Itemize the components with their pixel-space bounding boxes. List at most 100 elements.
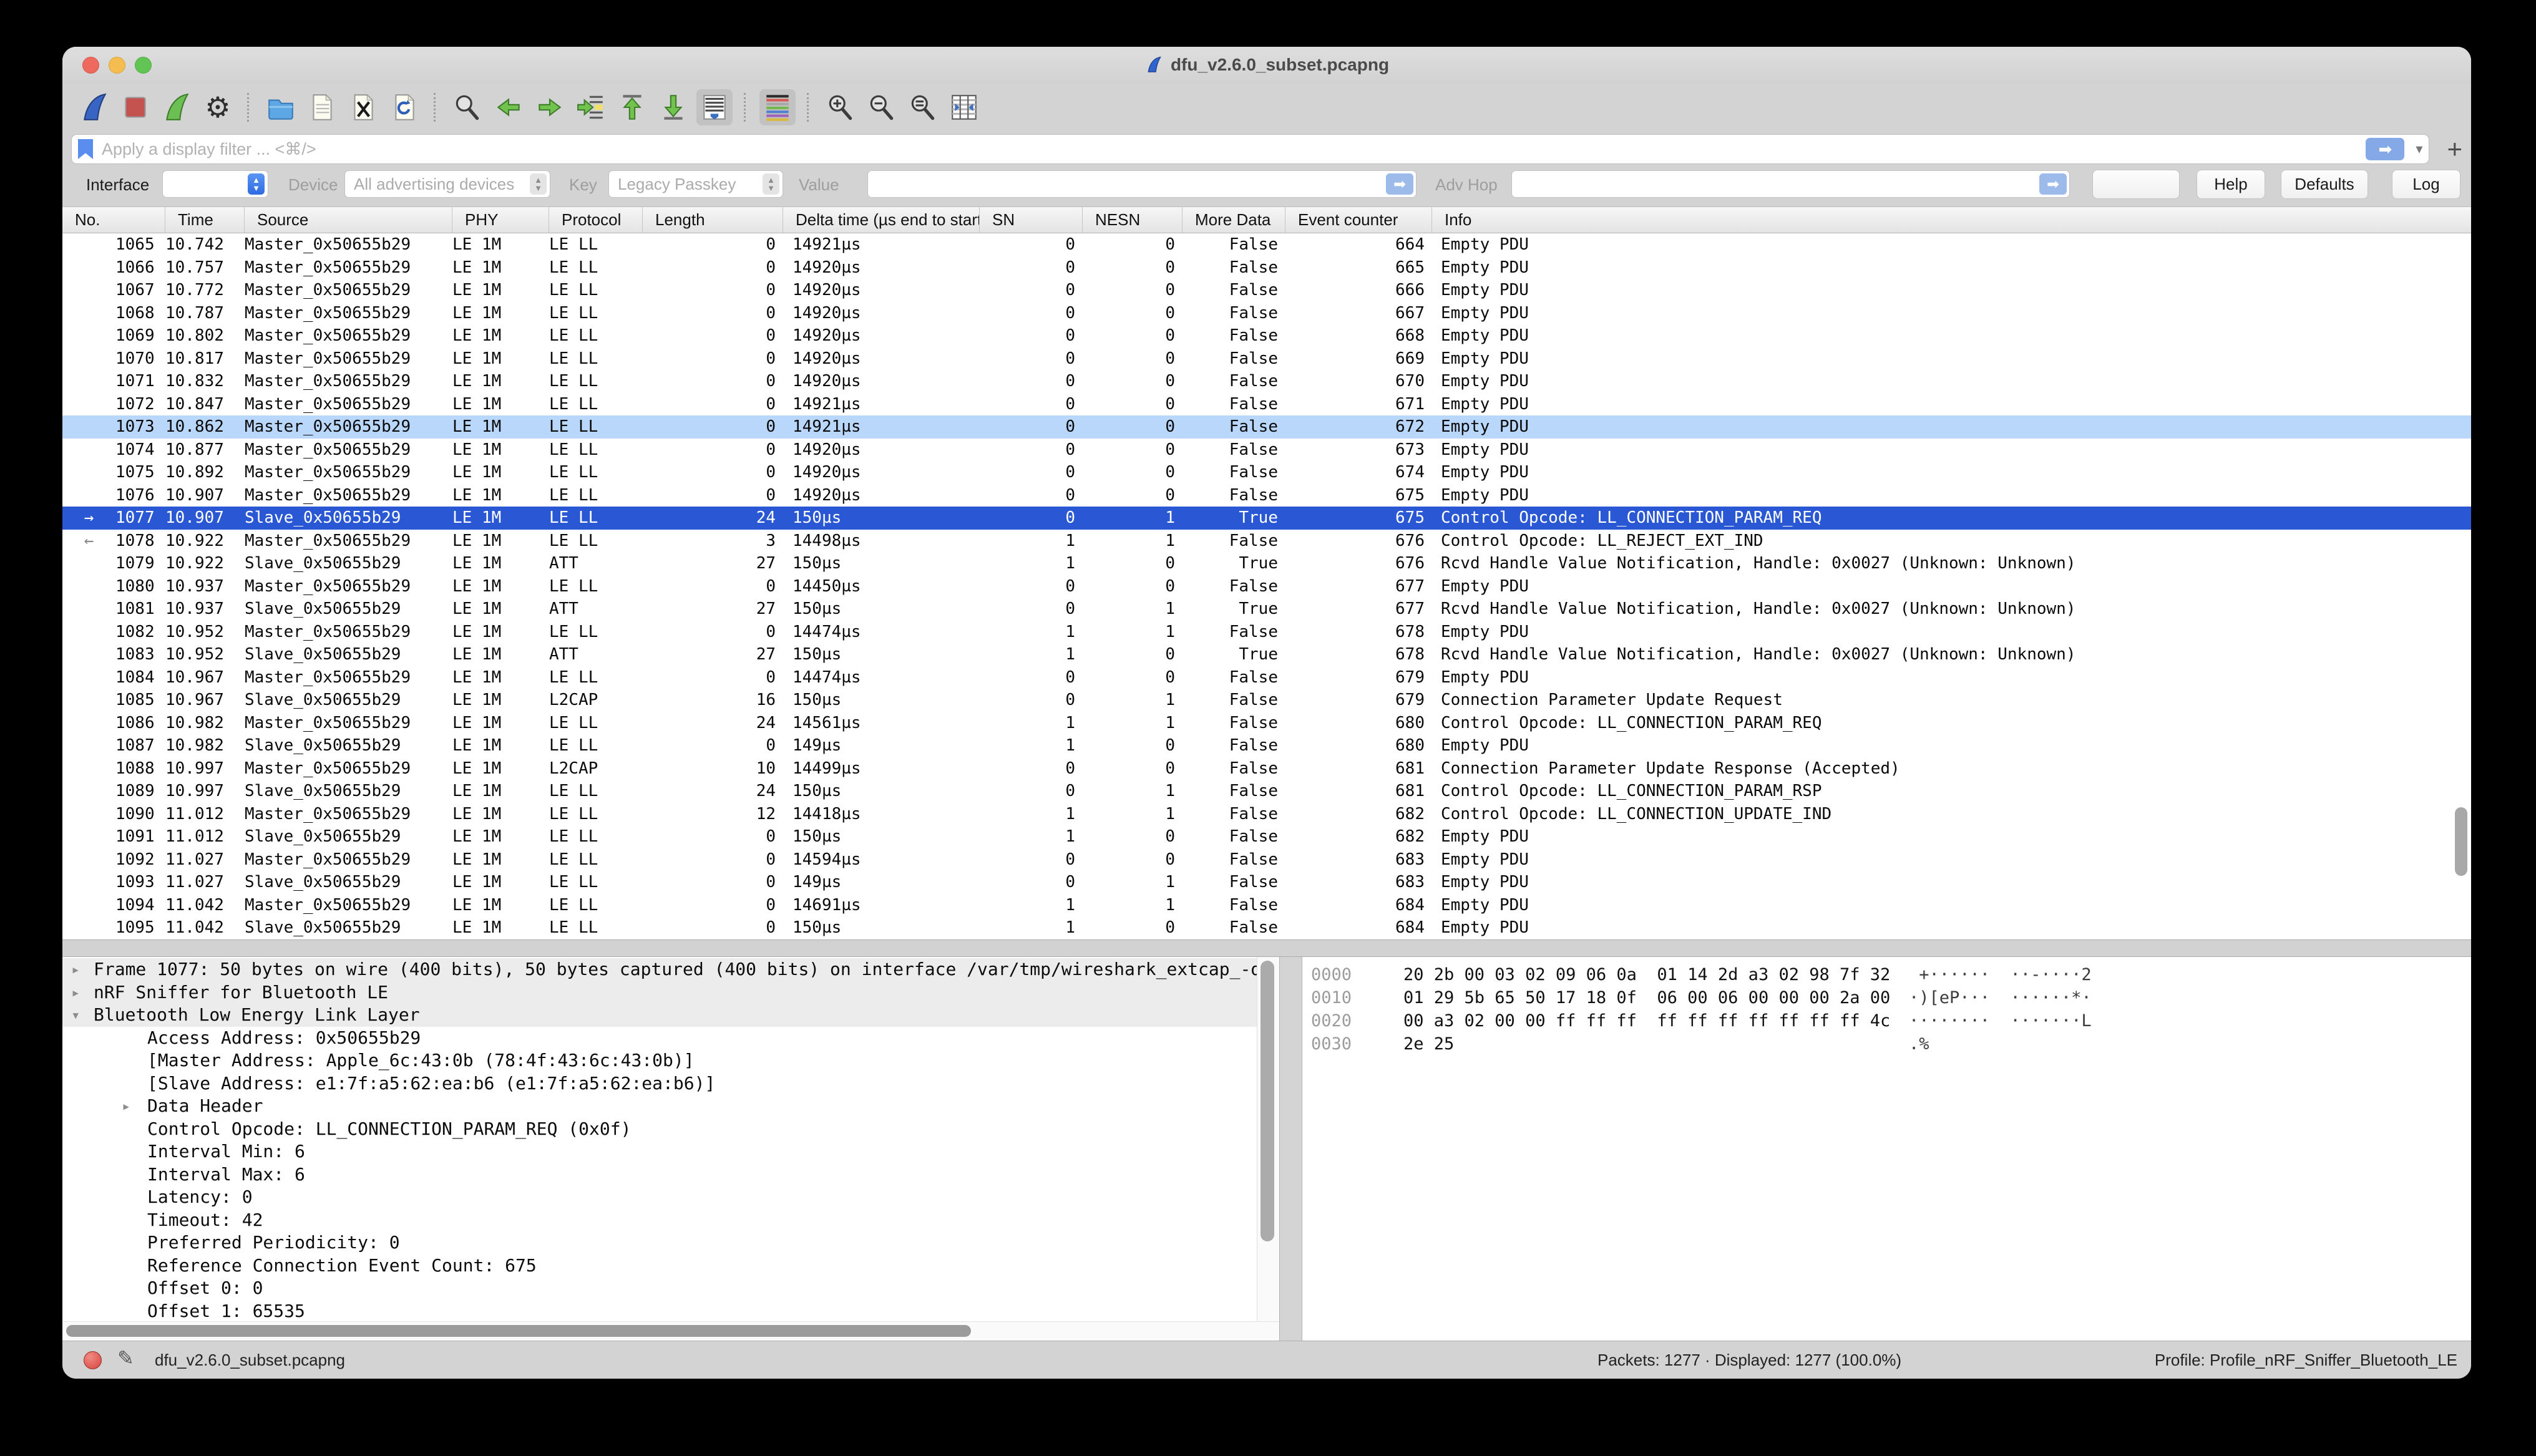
tree-item[interactable]: Timeout: 42	[62, 1209, 1257, 1232]
table-row[interactable]: 109211.027Master_0x50655b29LE 1MLE LL014…	[62, 848, 2471, 871]
detail-hscrollbar[interactable]	[62, 1321, 1279, 1341]
expander-collapsed-icon[interactable]: ▸	[71, 958, 80, 981]
expander-collapsed-icon[interactable]: ▸	[71, 981, 80, 1004]
column-header-protocol[interactable]: Protocol	[549, 207, 643, 233]
restart-capture-button[interactable]	[158, 89, 195, 125]
blank-button[interactable]	[2092, 170, 2180, 199]
table-row[interactable]: 108510.967Slave_0x50655b29LE 1ML2CAP1615…	[62, 689, 2471, 712]
tree-item[interactable]: ▸Data Header	[62, 1095, 1257, 1118]
table-row[interactable]: 108010.937Master_0x50655b29LE 1MLE LL014…	[62, 575, 2471, 598]
column-header-phy[interactable]: PHY	[452, 207, 549, 233]
log-button[interactable]: Log	[2392, 170, 2460, 199]
table-row[interactable]: 106710.772Master_0x50655b29LE 1MLE LL014…	[62, 279, 2471, 302]
table-row[interactable]: 106510.742Master_0x50655b29LE 1MLE LL014…	[62, 233, 2471, 256]
table-row[interactable]: 107010.817Master_0x50655b29LE 1MLE LL014…	[62, 347, 2471, 371]
go-back-button[interactable]	[490, 89, 527, 125]
table-row[interactable]: 108310.952Slave_0x50655b29LE 1MATT27150µ…	[62, 643, 2471, 666]
table-row[interactable]: 106610.757Master_0x50655b29LE 1MLE LL014…	[62, 256, 2471, 279]
table-row[interactable]: 108210.952Master_0x50655b29LE 1MLE LL014…	[62, 621, 2471, 644]
table-row[interactable]: 109511.042Slave_0x50655b29LE 1MLE LL0150…	[62, 916, 2471, 939]
status-profile[interactable]: Profile: Profile_nRF_Sniffer_Bluetooth_L…	[2155, 1351, 2457, 1370]
column-header-event-counter[interactable]: Event counter	[1285, 207, 1432, 233]
hex-row[interactable]: 002000 a3 02 00 00 ff ff ff ff ff ff ff …	[1311, 1009, 2471, 1032]
display-filter-input[interactable]: Apply a display filter ... <⌘/> ➡ ▾	[71, 134, 2429, 164]
go-to-top-button[interactable]	[614, 89, 650, 125]
go-to-packet-button[interactable]	[573, 89, 609, 125]
title-bar[interactable]: dfu_v2.6.0_subset.pcapng	[62, 47, 2471, 83]
pane-splitter-horizontal[interactable]	[62, 939, 2471, 957]
adv-hop-apply-icon[interactable]: ➡	[2039, 173, 2067, 195]
column-header-length[interactable]: Length	[643, 207, 783, 233]
detail-hscrollbar-thumb[interactable]	[66, 1325, 971, 1337]
device-select[interactable]: All advertising devices ▲▼	[344, 170, 550, 198]
reload-file-button[interactable]	[386, 89, 422, 125]
table-row[interactable]: 108610.982Master_0x50655b29LE 1MLE LL241…	[62, 712, 2471, 735]
zoom-window-button[interactable]	[135, 57, 152, 74]
help-button[interactable]: Help	[2197, 170, 2265, 199]
zoom-out-button[interactable]	[864, 89, 900, 125]
tree-item[interactable]: Control Opcode: LL_CONNECTION_PARAM_REQ …	[62, 1118, 1257, 1141]
tree-item[interactable]: Offset 0: 0	[62, 1277, 1257, 1300]
save-file-button[interactable]	[304, 89, 340, 125]
filter-bookmark-icon[interactable]	[78, 139, 93, 159]
adv-hop-input[interactable]: ➡	[1511, 170, 2070, 198]
tree-item[interactable]: [Master Address: Apple_6c:43:0b (78:4f:4…	[62, 1049, 1257, 1072]
table-row[interactable]: 107110.832Master_0x50655b29LE 1MLE LL014…	[62, 370, 2471, 393]
table-row[interactable]: 107310.862Master_0x50655b29LE 1MLE LL014…	[62, 415, 2471, 439]
column-header-info[interactable]: Info	[1432, 207, 2471, 233]
close-file-button[interactable]	[345, 89, 381, 125]
zoom-in-button[interactable]	[822, 89, 859, 125]
packet-list-header[interactable]: No.TimeSourcePHYProtocolLengthDelta time…	[62, 206, 2471, 233]
resize-columns-button[interactable]	[946, 89, 982, 125]
table-row[interactable]: 108110.937Slave_0x50655b29LE 1MATT27150µ…	[62, 598, 2471, 621]
table-row[interactable]: 107210.847Master_0x50655b29LE 1MLE LL014…	[62, 393, 2471, 416]
value-input[interactable]: ➡	[867, 170, 1417, 198]
tree-item[interactable]: Preferred Periodicity: 0	[62, 1231, 1257, 1255]
hex-row[interactable]: 00302e 25.%	[1311, 1032, 2471, 1056]
pane-splitter-vertical[interactable]	[1279, 957, 1302, 1341]
zoom-reset-button[interactable]	[905, 89, 941, 125]
tree-item[interactable]: Latency: 0	[62, 1186, 1257, 1209]
add-filter-button[interactable]: +	[2447, 136, 2462, 162]
colorize-packets-toggle[interactable]	[759, 89, 796, 125]
table-row[interactable]: 108910.997Slave_0x50655b29LE 1MLE LL2415…	[62, 780, 2471, 803]
tree-item[interactable]: Offset 1: 65535	[62, 1300, 1257, 1323]
table-row[interactable]: 109411.042Master_0x50655b29LE 1MLE LL014…	[62, 894, 2471, 917]
table-row[interactable]: 106810.787Master_0x50655b29LE 1MLE LL014…	[62, 302, 2471, 325]
column-header-delta-time-s-end-to-start-[interactable]: Delta time (µs end to start)	[783, 207, 980, 233]
tree-item[interactable]: ▸Frame 1077: 50 bytes on wire (400 bits)…	[62, 958, 1257, 981]
table-row[interactable]: 108410.967Master_0x50655b29LE 1MLE LL014…	[62, 666, 2471, 689]
table-row[interactable]: 108710.982Slave_0x50655b29LE 1MLE LL0149…	[62, 734, 2471, 757]
go-forward-button[interactable]	[532, 89, 568, 125]
value-apply-icon[interactable]: ➡	[1386, 173, 1413, 195]
expander-expanded-icon[interactable]: ▾	[71, 1004, 80, 1027]
filter-dropdown-icon[interactable]: ▾	[2416, 141, 2422, 157]
hex-row[interactable]: 001001 29 5b 65 50 17 18 0f 06 00 06 00 …	[1311, 986, 2471, 1009]
expander-collapsed-icon[interactable]: ▸	[122, 1095, 130, 1118]
capture-comment-icon[interactable]: ✎	[117, 1346, 134, 1370]
table-row[interactable]: →107710.907Slave_0x50655b29LE 1MLE LL241…	[62, 507, 2471, 530]
key-select[interactable]: Legacy Passkey ▲▼	[608, 170, 783, 198]
tree-item[interactable]: Reference Connection Event Count: 675	[62, 1255, 1257, 1278]
expert-info-icon[interactable]	[84, 1351, 102, 1369]
packet-list-scrollbar-thumb[interactable]	[2455, 807, 2467, 876]
table-row[interactable]: 109011.012Master_0x50655b29LE 1MLE LL121…	[62, 803, 2471, 826]
column-header-time[interactable]: Time	[165, 207, 245, 233]
close-window-button[interactable]	[82, 57, 99, 74]
open-file-button[interactable]	[263, 89, 299, 125]
table-row[interactable]: 107910.922Slave_0x50655b29LE 1MATT27150µ…	[62, 552, 2471, 575]
tree-item[interactable]: Interval Max: 6	[62, 1163, 1257, 1187]
interface-select[interactable]: ▲▼	[162, 170, 268, 198]
defaults-button[interactable]: Defaults	[2281, 170, 2368, 199]
hex-row[interactable]: 000020 2b 00 03 02 09 06 0a 01 14 2d a3 …	[1311, 963, 2471, 986]
apply-filter-button[interactable]: ➡	[2366, 138, 2404, 160]
tree-item[interactable]: Access Address: 0x50655b29	[62, 1027, 1257, 1050]
minimize-window-button[interactable]	[109, 57, 125, 74]
detail-vscrollbar-thumb[interactable]	[1261, 961, 1274, 1241]
table-row[interactable]: 109111.012Slave_0x50655b29LE 1MLE LL0150…	[62, 825, 2471, 848]
go-to-bottom-button[interactable]	[655, 89, 691, 125]
capture-options-button[interactable]: ⚙	[200, 89, 236, 125]
table-row[interactable]: 106910.802Master_0x50655b29LE 1MLE LL014…	[62, 324, 2471, 347]
auto-scroll-toggle[interactable]	[696, 89, 733, 125]
table-row[interactable]: 107510.892Master_0x50655b29LE 1MLE LL014…	[62, 461, 2471, 484]
